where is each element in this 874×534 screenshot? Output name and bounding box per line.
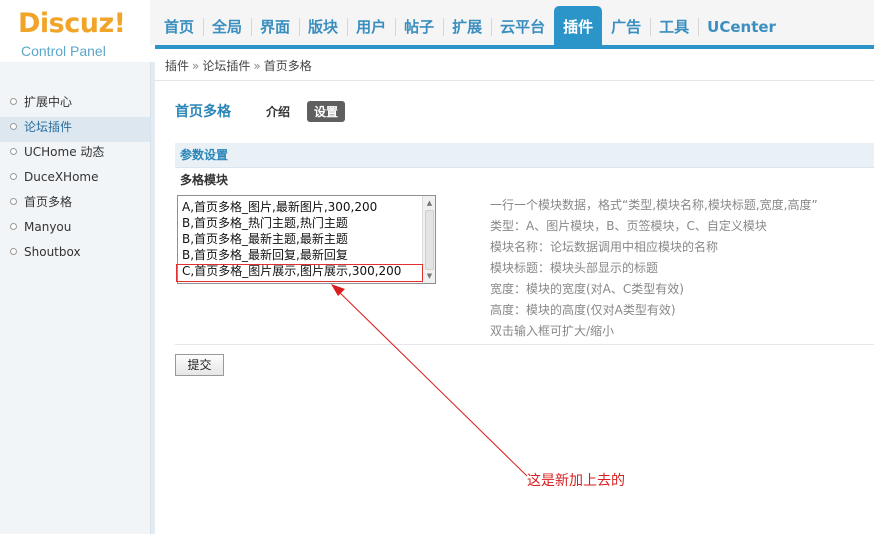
help-text: 一行一个模块数据，格式“类型,模块名称,模块标题,宽度,高度” 类型：A、图片模…: [490, 195, 818, 342]
nav-item-plugins[interactable]: 插件: [554, 6, 603, 45]
help-line: 宽度：模块的宽度(对A、C类型有效): [490, 282, 684, 296]
sidebar-item-forum-plugins[interactable]: 论坛插件: [0, 117, 150, 142]
tab-settings[interactable]: 设置: [307, 100, 346, 122]
nav-item-home[interactable]: 首页: [155, 6, 203, 45]
sidebar-item-uchome[interactable]: UCHome 动态: [0, 142, 150, 167]
bullet-icon: [10, 123, 17, 130]
nav-item-extensions[interactable]: 扩展: [443, 6, 491, 45]
textarea-line: B,首页多格_最新回复,最新回复: [182, 248, 348, 262]
help-line: 模块标题：模块头部显示的标题: [490, 261, 659, 275]
breadcrumb: 插件» 论坛插件» 首页多格: [155, 49, 874, 81]
bullet-icon: [10, 198, 17, 205]
main-content: 首页多格 介绍 设置 参数设置 多格模块 A,首页多格_图片,最新图片,300,…: [155, 82, 874, 534]
breadcrumb-separator: »: [192, 59, 200, 73]
textarea-scrollbar[interactable]: ▲ ▼: [422, 196, 435, 283]
bullet-icon: [10, 148, 17, 155]
help-line: 类型：A、图片模块，B、页签模块，C、自定义模块: [490, 219, 767, 233]
sidebar-item-manyou[interactable]: Manyou: [0, 217, 150, 242]
nav-item-tools[interactable]: 工具: [650, 6, 698, 45]
sidebar-item-label: Manyou: [24, 220, 72, 234]
bullet-icon: [10, 98, 17, 105]
sidebar-item-label: DuceXHome: [24, 170, 99, 184]
breadcrumb-item-forum-plugins[interactable]: 论坛插件: [202, 59, 250, 73]
top-nav: 首页 全局 界面 版块 用户 帖子 扩展 云平台 插件 广告 工具 UCente…: [155, 6, 785, 45]
annotation-highlight-box: [176, 264, 423, 282]
help-line: 高度：模块的高度(仅对A类型有效): [490, 303, 676, 317]
nav-item-posts[interactable]: 帖子: [395, 6, 443, 45]
breadcrumb-separator: »: [253, 59, 261, 73]
title-row: 首页多格 介绍 设置: [175, 100, 355, 122]
sidebar-item-label: 扩展中心: [24, 95, 73, 109]
logo-subtitle: Control Panel: [21, 43, 106, 59]
breadcrumb-item-plugins[interactable]: 插件: [165, 59, 189, 73]
scroll-up-icon[interactable]: ▲: [425, 199, 434, 207]
sidebar-item-label: Shoutbox: [24, 245, 81, 259]
scroll-thumb[interactable]: [425, 210, 434, 270]
bullet-icon: [10, 173, 17, 180]
page-title: 首页多格: [175, 104, 231, 120]
logo-title: Discuz!: [18, 8, 126, 39]
sidebar-item-ducexhome[interactable]: DuceXHome: [0, 167, 150, 192]
sidebar-item-multigrid[interactable]: 首页多格: [0, 192, 150, 217]
logo[interactable]: Discuz! Control Panel: [0, 0, 150, 62]
section-title: 参数设置: [175, 143, 874, 168]
sidebar-item-shoutbox[interactable]: Shoutbox: [0, 242, 150, 267]
breadcrumb-item-current: 首页多格: [263, 59, 312, 73]
nav-item-forums[interactable]: 版块: [299, 6, 347, 45]
sidebar-item-extension-center[interactable]: 扩展中心: [0, 92, 150, 117]
textarea-line: B,首页多格_热门主题,热门主题: [182, 216, 348, 230]
sidebar-item-label: 首页多格: [24, 195, 73, 209]
help-line: 模块名称：论坛数据调用中相应模块的名称: [490, 240, 719, 254]
annotation-text: 这是新加上去的: [527, 473, 625, 489]
nav-item-users[interactable]: 用户: [347, 6, 395, 45]
textarea-line: A,首页多格_图片,最新图片,300,200: [182, 200, 378, 214]
page: 首页 全局 界面 版块 用户 帖子 扩展 云平台 插件 广告 工具 UCente…: [0, 0, 874, 534]
help-line: 一行一个模块数据，格式“类型,模块名称,模块标题,宽度,高度”: [490, 198, 818, 212]
sidebar-item-label: UCHome 动态: [24, 145, 105, 159]
nav-item-ads[interactable]: 广告: [602, 6, 650, 45]
bullet-icon: [10, 248, 17, 255]
tab-intro[interactable]: 介绍: [259, 101, 297, 122]
bullet-icon: [10, 223, 17, 230]
nav-item-global[interactable]: 全局: [203, 6, 251, 45]
help-line: 双击输入框可扩大/缩小: [490, 324, 615, 338]
submit-button[interactable]: 提交: [175, 354, 224, 376]
nav-item-interface[interactable]: 界面: [251, 6, 299, 45]
sidebar-item-label: 论坛插件: [24, 120, 73, 134]
scroll-down-icon[interactable]: ▼: [425, 272, 434, 280]
field-label: 多格模块: [180, 173, 229, 187]
divider: [175, 344, 874, 345]
sidebar: 扩展中心 论坛插件 UCHome 动态 DuceXHome 首页多格 Manyo…: [0, 62, 150, 534]
nav-item-ucenter[interactable]: UCenter: [698, 6, 785, 45]
nav-item-cloud[interactable]: 云平台: [491, 6, 554, 45]
sidebar-list: 扩展中心 论坛插件 UCHome 动态 DuceXHome 首页多格 Manyo…: [0, 92, 150, 267]
textarea-line: B,首页多格_最新主题,最新主题: [182, 232, 348, 246]
